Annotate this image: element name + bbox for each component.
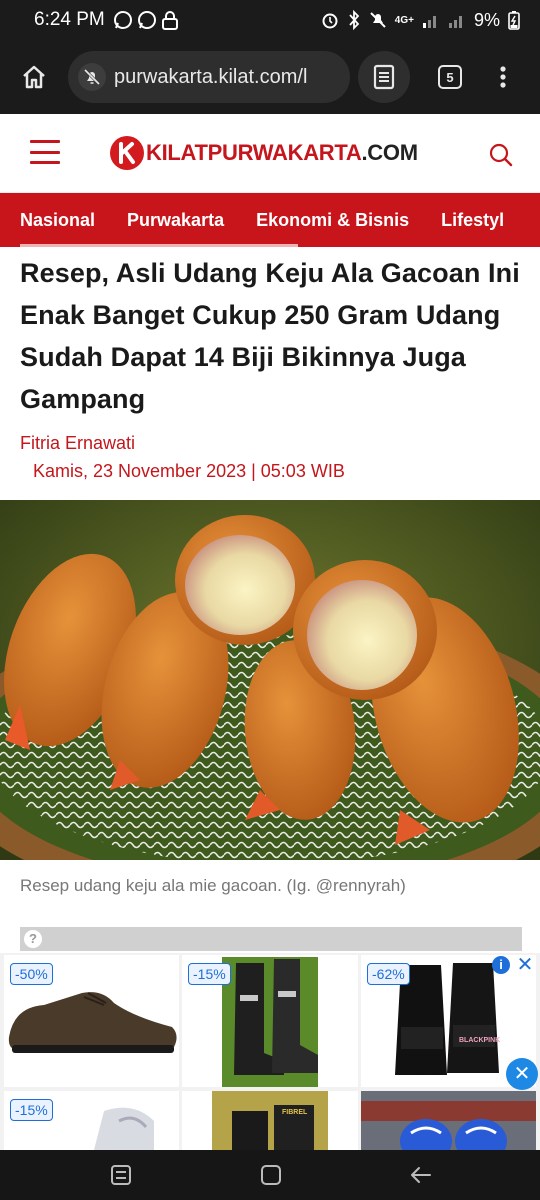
discount-badge: -15% (188, 963, 231, 985)
battery-charging-icon (508, 11, 520, 30)
search-button[interactable] (488, 142, 514, 168)
ad-product-card[interactable]: FIBREL (182, 1091, 358, 1150)
nav-item-purwakarta[interactable]: Purwakarta (127, 210, 224, 231)
ad-product-grid[interactable]: i ✕ -50% -15% -62% BLACKPINK -15% FIBREL (0, 953, 540, 1150)
recent-apps-button[interactable] (108, 1162, 134, 1188)
logo-text-primary: KILATPURWAKARTA (146, 140, 362, 165)
discount-badge: -50% (10, 963, 53, 985)
notifications-off-icon (83, 68, 101, 86)
ad-product-card[interactable]: -15% (4, 1091, 179, 1150)
ad-info-bar: ? (20, 927, 522, 951)
discount-badge: -15% (10, 1099, 53, 1121)
status-bar: 6:24 PM 4G+ 9% (0, 0, 540, 40)
helmets-image (361, 1091, 536, 1150)
article-photo (0, 500, 540, 860)
more-vert-icon (500, 66, 506, 88)
back-button[interactable] (408, 1162, 434, 1188)
site-header: KILATPURWAKARTA .COM (0, 114, 540, 193)
ad-help-icon[interactable]: ? (24, 930, 42, 948)
category-nav: Nasional Purwakarta Ekonomi & Bisnis Lif… (0, 193, 540, 247)
url-text: purwakarta.kilat.com/l (114, 65, 308, 88)
network-type: 4G+ (394, 14, 414, 26)
nav-item-ekonomi-bisnis[interactable]: Ekonomi & Bisnis (256, 210, 409, 231)
tab-count: 5 (438, 65, 462, 89)
tab-switcher-button[interactable]: 5 (430, 57, 470, 97)
discount-badge: -62% (367, 963, 410, 985)
nav-item-lifestyle[interactable]: Lifestyl (441, 210, 504, 231)
browser-menu-button[interactable] (488, 57, 518, 97)
home-button[interactable] (258, 1162, 284, 1188)
status-system-icons: 4G+ 9% (321, 10, 520, 31)
system-navigation-bar (0, 1150, 540, 1200)
address-bar[interactable]: purwakarta.kilat.com/l (68, 51, 350, 103)
ad-dismiss-button[interactable]: ✕ (506, 1058, 538, 1090)
ad-product-card[interactable] (361, 1091, 536, 1150)
signal-icon (422, 16, 436, 28)
hamburger-menu-icon[interactable] (30, 140, 60, 164)
status-time: 6:24 PM (34, 9, 105, 30)
mute-icon (370, 12, 386, 28)
browser-toolbar: purwakarta.kilat.com/l 5 (0, 40, 540, 114)
whatsapp-icon (113, 11, 132, 29)
lock-icon (161, 11, 178, 30)
photo-caption: Resep udang keju ala mie gacoan. (Ig. @r… (20, 876, 406, 895)
article-author[interactable]: Fitria Ernawati (20, 433, 135, 454)
recent-apps-icon (111, 1165, 131, 1185)
whatsapp-icon (137, 11, 156, 29)
search-icon (489, 143, 513, 167)
article-headline: Resep, Asli Udang Keju Ala Gacoan Ini En… (20, 258, 520, 414)
reader-mode-icon (373, 64, 395, 90)
battery-level: 9% (473, 9, 500, 30)
sandals-image (212, 1091, 328, 1150)
product-brand-label: FIBREL (282, 1109, 308, 1116)
ad-product-card[interactable]: -50% (4, 955, 179, 1087)
ad-close-icon[interactable]: ✕ (516, 955, 534, 975)
article-date: Kamis, 23 November 2023 | 05:03 WIB (33, 461, 345, 481)
reader-mode-button[interactable] (358, 51, 410, 103)
home-icon (261, 1165, 281, 1185)
logo-text-domain: .COM (361, 140, 418, 165)
bluetooth-icon (349, 10, 360, 30)
nav-item-nasional[interactable]: Nasional (20, 210, 95, 231)
ad-product-card[interactable]: -15% (182, 955, 358, 1087)
home-icon (23, 65, 45, 89)
logo-mark-icon (110, 136, 144, 170)
alarm-icon (322, 13, 338, 29)
browser-home-button[interactable] (14, 57, 54, 97)
site-logo[interactable]: KILATPURWAKARTA .COM (110, 136, 418, 170)
status-notification-icons (113, 10, 179, 30)
back-icon (411, 1167, 431, 1183)
site-settings-button[interactable] (78, 63, 106, 91)
signal-icon (448, 16, 462, 28)
product-brand-label: BLACKPINK (459, 1037, 501, 1044)
nav-scroll-indicator (20, 244, 298, 247)
ad-choices-icon[interactable]: i (492, 956, 510, 974)
